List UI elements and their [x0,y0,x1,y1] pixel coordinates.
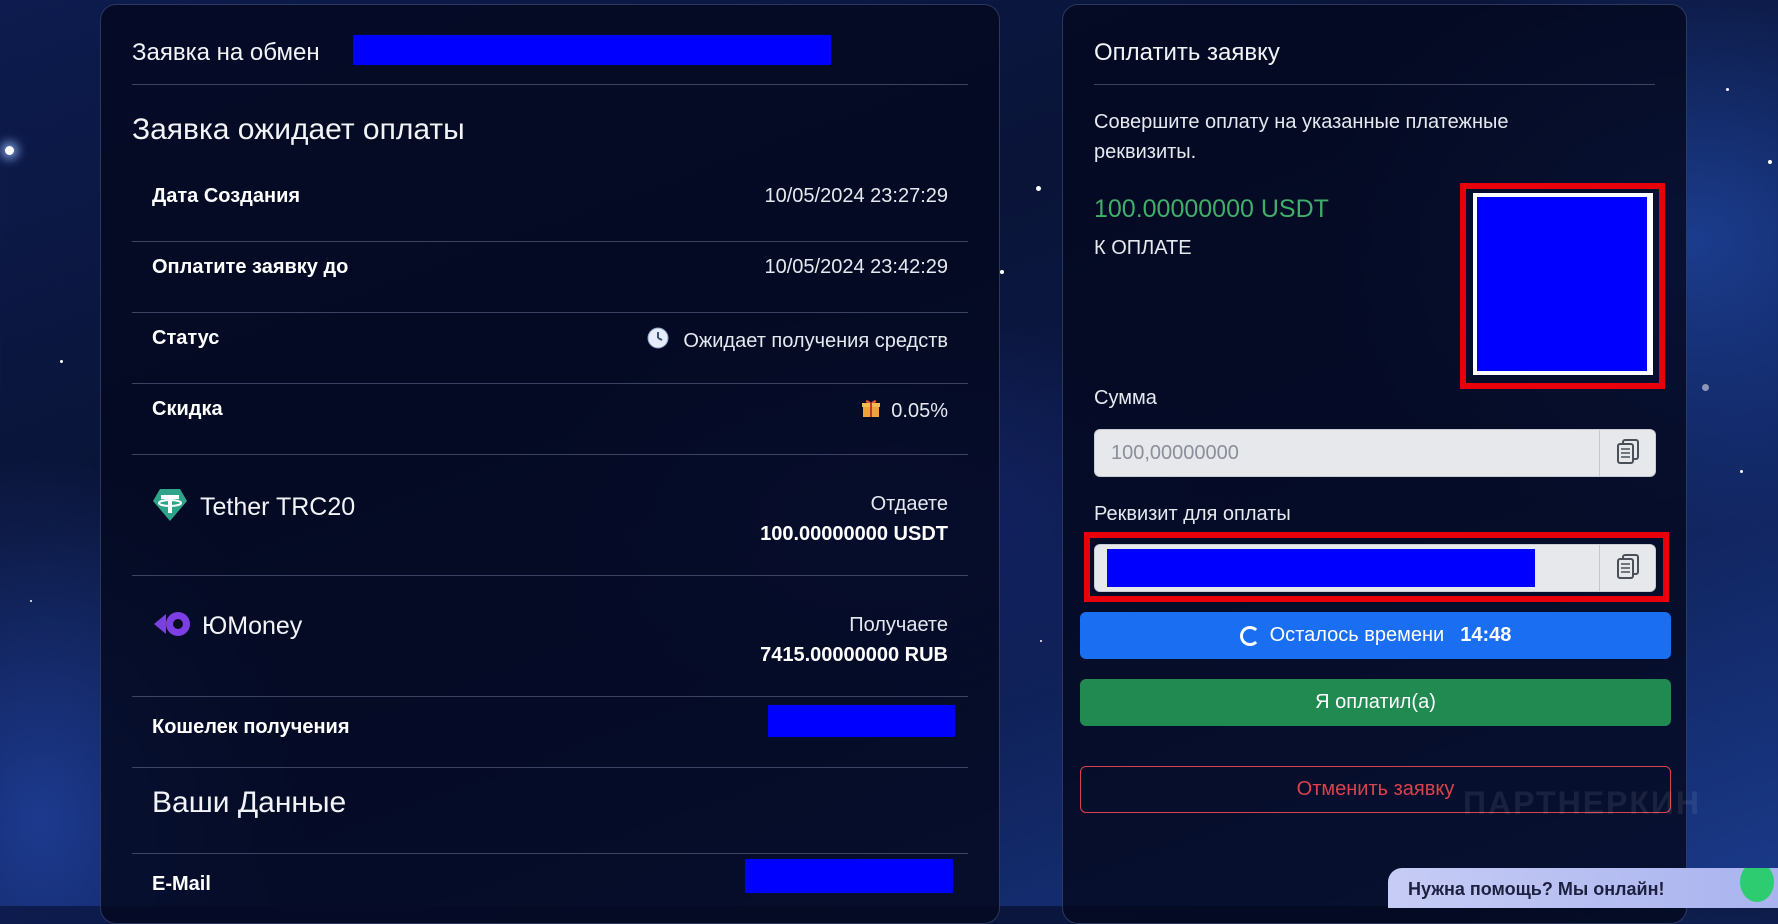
give-currency: Tether TRC20 [152,488,355,527]
timer-value: 14:48 [1460,624,1512,646]
email-label: E-Mail [152,873,211,895]
requisite-field[interactable] [1094,544,1656,592]
give-currency-name: Tether TRC20 [200,493,356,521]
star [1740,470,1743,473]
give-amount: 100.00000000 USDT [760,523,948,545]
divider [1094,84,1655,85]
created-date-value: 10/05/2024 23:27:29 [764,185,948,207]
star [1036,186,1041,191]
receive-currency-name: ЮMoney [202,612,303,640]
payment-instruction: Совершите оплату на указанные платежные … [1094,111,1509,163]
divider [132,383,968,384]
star [1000,270,1004,274]
copy-requisite-button[interactable] [1599,545,1655,591]
discount-label: Скидка [152,398,223,420]
timer-label: Осталось времени [1269,624,1445,646]
requisite-label: Реквизит для оплаты [1094,503,1291,525]
status-label: Статус [152,327,220,349]
pay-until-label: Оплатите заявку до [152,256,349,278]
divider [132,575,968,576]
wallet-label: Кошелек получения [152,716,350,738]
copy-icon [1616,438,1640,469]
order-details-panel: Заявка на обмен Заявка ожидает оплаты Да… [100,4,1000,924]
pay-until-value: 10/05/2024 23:42:29 [764,256,948,278]
amount-due-caption: К ОПЛАТЕ [1094,237,1192,259]
payment-title: Оплатить заявку [1094,39,1280,66]
receive-amount: 7415.00000000 RUB [760,644,948,666]
created-date-label: Дата Создания [152,185,301,207]
help-chat-widget[interactable]: Нужна помощь? Мы онлайн! [1388,868,1778,908]
amount-due: 100.00000000 USDT [1094,195,1329,223]
payment-panel: Оплатить заявку Совершите оплату на указ… [1062,4,1699,924]
star [30,600,32,602]
star [1726,88,1729,91]
paid-button[interactable]: Я оплатил(а) [1080,679,1671,726]
status-text: Ожидает получения средств [683,329,948,352]
divider [132,84,968,85]
star [1702,384,1709,391]
divider [132,696,968,697]
sum-label: Сумма [1094,387,1157,409]
chat-status-icon [1740,868,1774,902]
order-header-title: Заявка на обмен [132,39,320,66]
divider [132,454,968,455]
watermark: ПАРТНЕРКИН [1463,785,1702,821]
divider [132,767,968,768]
qr-redaction [1477,197,1647,371]
copy-sum-button[interactable] [1599,430,1655,476]
receive-caption: Получаете [849,614,948,636]
email-redaction [745,859,953,893]
tether-icon [152,488,188,527]
your-data-heading: Ваши Данные [152,786,347,819]
sum-value: 100,00000000 [1111,442,1239,464]
help-chat-text: Нужна помощь? Мы онлайн! [1408,879,1665,899]
timer-button: Осталось времени 14:48 [1080,612,1671,659]
copy-icon [1616,553,1640,584]
give-caption: Отдаете [870,493,948,515]
gift-icon [861,398,881,424]
clock-icon [647,327,669,355]
status-value: Ожидает получения средств [647,327,948,355]
order-id-redaction [353,35,831,65]
star [1768,160,1772,164]
divider [132,853,968,854]
divider [132,312,968,313]
star [1040,640,1042,642]
star [5,146,14,155]
divider [132,241,968,242]
spinner-icon [1239,625,1260,646]
requisite-redaction [1107,549,1535,587]
status-heading: Заявка ожидает оплаты [132,113,465,146]
star [60,360,63,363]
discount-value: 0.05% [861,398,948,424]
wallet-redaction [768,705,955,737]
yoomoney-icon [152,609,192,644]
sum-field[interactable]: 100,00000000 [1094,429,1656,477]
receive-currency: ЮMoney [152,609,302,644]
discount-text: 0.05% [891,399,948,422]
